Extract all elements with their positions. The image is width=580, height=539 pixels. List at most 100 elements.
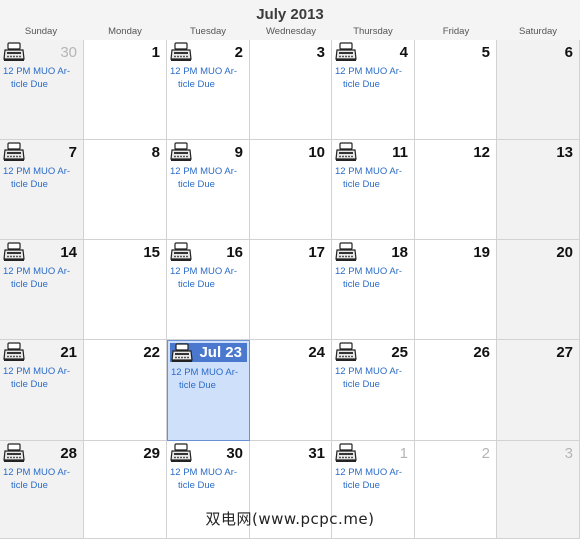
day-number: 8 xyxy=(151,144,160,161)
day-cell[interactable]: 25 12 PM MUO Ar-ticle Due xyxy=(332,340,415,441)
day-number: 6 xyxy=(564,44,573,61)
typewriter-icon xyxy=(3,443,25,462)
calendar-event[interactable]: 12 PM MUO Ar-ticle Due xyxy=(170,466,246,492)
event-title-line2: ticle Due xyxy=(178,79,215,90)
event-title-line2: ticle Due xyxy=(179,380,216,391)
day-number: 16 xyxy=(226,244,243,261)
event-title-line2: ticle Due xyxy=(343,79,380,90)
typewriter-icon xyxy=(170,443,192,462)
day-cell[interactable]: 30 12 PM MUO Ar-ticle Due xyxy=(0,40,84,140)
day-cell-today[interactable]: Jul 23 12 PM MUO Ar-ticle Due xyxy=(167,340,250,441)
weekday-label: Monday xyxy=(108,26,142,37)
day-cell[interactable]: 5 xyxy=(415,40,497,140)
typewriter-icon xyxy=(335,142,357,161)
watermark-text: 双电网(www.pcpc.me) xyxy=(205,510,375,528)
day-cell[interactable]: 1 xyxy=(84,40,167,140)
day-cell[interactable]: 16 12 PM MUO Ar-ticle Due xyxy=(167,240,250,340)
event-title-line1: 12 PM MUO Ar- xyxy=(170,166,238,177)
weekday-label: Thursday xyxy=(353,26,393,37)
day-number: 18 xyxy=(391,244,408,261)
day-cell[interactable]: 18 12 PM MUO Ar-ticle Due xyxy=(332,240,415,340)
day-cell[interactable]: 24 xyxy=(250,340,332,441)
typewriter-icon xyxy=(335,443,357,462)
calendar-event[interactable]: 12 PM MUO Ar-ticle Due xyxy=(3,65,79,91)
day-cell[interactable]: 20 xyxy=(497,240,580,340)
day-number: 27 xyxy=(556,344,573,361)
event-title-line2: ticle Due xyxy=(11,279,48,290)
typewriter-icon xyxy=(335,242,357,261)
day-cell[interactable]: 10 xyxy=(250,140,332,240)
month-title: July 2013 xyxy=(256,6,324,23)
day-number: 1 xyxy=(399,445,408,462)
event-title-line2: ticle Due xyxy=(343,480,380,491)
day-number: 29 xyxy=(143,445,160,462)
event-title-line2: ticle Due xyxy=(343,179,380,190)
day-number: 10 xyxy=(308,144,325,161)
calendar-event[interactable]: 12 PM MUO Ar-ticle Due xyxy=(3,265,79,291)
day-cell[interactable]: 7 12 PM MUO Ar-ticle Due xyxy=(0,140,84,240)
day-cell[interactable]: 15 xyxy=(84,240,167,340)
day-cell[interactable]: 14 12 PM MUO Ar-ticle Due xyxy=(0,240,84,340)
day-cell[interactable]: 9 12 PM MUO Ar-ticle Due xyxy=(167,140,250,240)
day-cell[interactable]: 19 xyxy=(415,240,497,340)
calendar-event[interactable]: 12 PM MUO Ar-ticle Due xyxy=(335,65,411,91)
typewriter-icon xyxy=(170,242,192,261)
day-cell[interactable]: 12 xyxy=(415,140,497,240)
day-number: 1 xyxy=(151,44,160,61)
calendar-event[interactable]: 12 PM MUO Ar-ticle Due xyxy=(170,65,246,91)
calendar-event[interactable]: 12 PM MUO Ar-ticle Due xyxy=(335,365,411,391)
typewriter-icon xyxy=(3,242,25,261)
day-number: 20 xyxy=(556,244,573,261)
day-cell[interactable]: 13 xyxy=(497,140,580,240)
calendar-event[interactable]: 12 PM MUO Ar-ticle Due xyxy=(335,466,411,492)
day-cell[interactable]: 27 xyxy=(497,340,580,441)
calendar-event[interactable]: 12 PM MUO Ar-ticle Due xyxy=(335,165,411,191)
day-number: 30 xyxy=(60,44,77,61)
day-number: 15 xyxy=(143,244,160,261)
typewriter-icon xyxy=(170,142,192,161)
day-cell[interactable]: 3 xyxy=(250,40,332,140)
day-number: 11 xyxy=(392,144,408,161)
calendar-event[interactable]: 12 PM MUO Ar-ticle Due xyxy=(171,366,247,392)
event-title-line2: ticle Due xyxy=(11,379,48,390)
event-title-line2: ticle Due xyxy=(178,279,215,290)
day-number: 24 xyxy=(308,344,325,361)
event-title-line2: ticle Due xyxy=(343,379,380,390)
weekday-label: Wednesday xyxy=(266,26,316,37)
day-cell[interactable]: 4 12 PM MUO Ar-ticle Due xyxy=(332,40,415,140)
calendar-event[interactable]: 12 PM MUO Ar-ticle Due xyxy=(335,265,411,291)
event-title-line1: 12 PM MUO Ar- xyxy=(170,66,238,77)
day-number: 3 xyxy=(316,44,325,61)
day-cell[interactable]: 11 12 PM MUO Ar-ticle Due xyxy=(332,140,415,240)
calendar-event[interactable]: 12 PM MUO Ar-ticle Due xyxy=(170,265,246,291)
event-title-line1: 12 PM MUO Ar- xyxy=(170,467,238,478)
weekday-label: Saturday xyxy=(518,26,558,37)
day-number: 7 xyxy=(68,144,77,161)
day-number: 13 xyxy=(556,144,573,161)
day-number: 28 xyxy=(60,445,77,462)
day-cell[interactable]: 22 xyxy=(84,340,167,441)
day-number: 14 xyxy=(60,244,77,261)
calendar-event[interactable]: 12 PM MUO Ar-ticle Due xyxy=(170,165,246,191)
event-title-line2: ticle Due xyxy=(11,480,48,491)
day-cell[interactable]: 2 12 PM MUO Ar-ticle Due xyxy=(167,40,250,140)
day-cell[interactable]: 17 xyxy=(250,240,332,340)
calendar-event[interactable]: 12 PM MUO Ar-ticle Due xyxy=(3,365,79,391)
event-title-line1: 12 PM MUO Ar- xyxy=(170,266,238,277)
event-title-line1: 12 PM MUO Ar- xyxy=(3,266,71,277)
event-title-line1: 12 PM MUO Ar- xyxy=(3,366,71,377)
typewriter-icon xyxy=(3,342,25,361)
event-title-line1: 12 PM MUO Ar- xyxy=(3,467,71,478)
day-cell[interactable]: 8 xyxy=(84,140,167,240)
day-cell[interactable]: 26 xyxy=(415,340,497,441)
typewriter-icon xyxy=(3,142,25,161)
typewriter-icon xyxy=(335,42,357,61)
calendar-event[interactable]: 12 PM MUO Ar-ticle Due xyxy=(3,466,79,492)
day-cell[interactable]: 6 xyxy=(497,40,580,140)
weekday-label: Tuesday xyxy=(189,26,227,37)
typewriter-icon xyxy=(170,42,192,61)
day-cell[interactable]: 21 12 PM MUO Ar-ticle Due xyxy=(0,340,84,441)
weekday-label: Friday xyxy=(442,26,470,37)
calendar-header: July 2013 Sunday Monday Tuesday Wednesda… xyxy=(0,0,580,41)
calendar-event[interactable]: 12 PM MUO Ar-ticle Due xyxy=(3,165,79,191)
